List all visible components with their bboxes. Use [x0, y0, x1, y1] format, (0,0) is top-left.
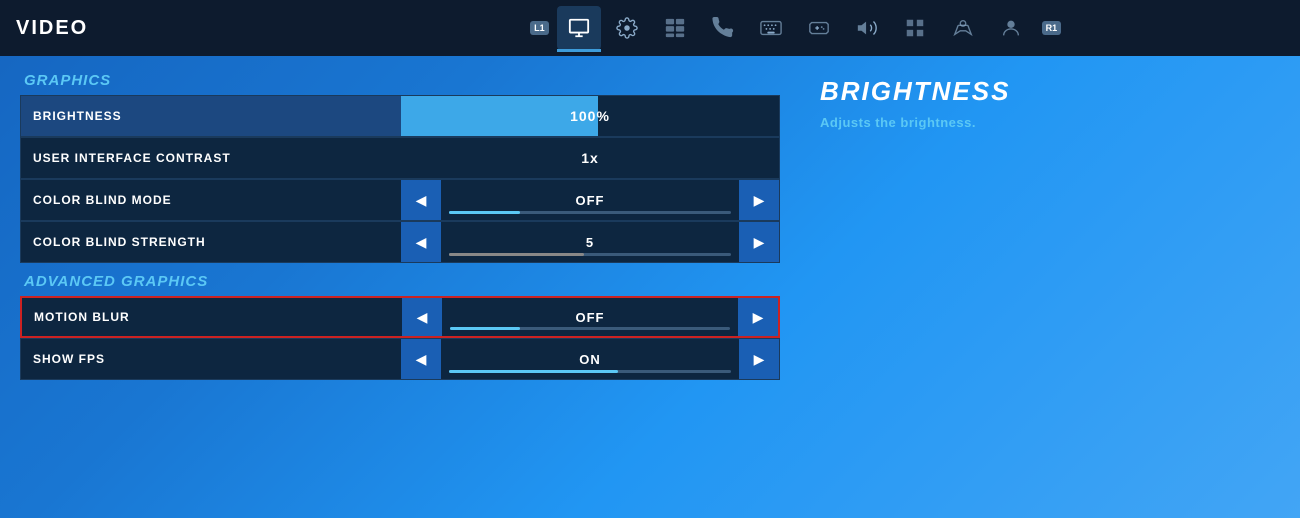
motion-blur-row: MOTION BLUR ◀ OFF ▶: [20, 296, 780, 338]
advanced-graphics-section: ADVANCED GRAPHICS MOTION BLUR ◀ OFF ▶: [20, 273, 780, 380]
color-blind-strength-right-btn[interactable]: ▶: [739, 222, 779, 262]
color-blind-mode-label: COLOR BLIND MODE: [21, 193, 401, 207]
audio-nav-btn[interactable]: [845, 6, 889, 50]
phone-nav-btn[interactable]: [701, 6, 745, 50]
gear-icon: [616, 17, 638, 39]
motion-blur-right-btn[interactable]: ▶: [738, 298, 778, 336]
color-blind-mode-track: [449, 211, 731, 214]
motion-blur-control: ◀ OFF ▶: [402, 298, 778, 336]
top-bar: VIDEO L1: [0, 0, 1300, 56]
main-content: GRAPHICS BRIGHTNESS 100% USER INTERFACE …: [0, 56, 1300, 518]
color-blind-mode-left-btn[interactable]: ◀: [401, 180, 441, 220]
phone-icon: [712, 17, 734, 39]
color-blind-strength-value-box: 5: [441, 222, 739, 262]
graphics-section-header: GRAPHICS: [20, 72, 780, 89]
show-fps-value: ON: [579, 352, 601, 367]
brightness-value: 100%: [401, 108, 779, 124]
nav-icons: L1: [525, 6, 1065, 50]
controller-nav-btn[interactable]: [941, 6, 985, 50]
info-title: BRIGHTNESS: [820, 76, 1280, 107]
color-blind-mode-value-box: OFF: [441, 180, 739, 220]
keyboard-nav-btn[interactable]: [749, 6, 793, 50]
color-blind-strength-row: COLOR BLIND STRENGTH ◀ 5 ▶: [20, 221, 780, 263]
right-panel: BRIGHTNESS Adjusts the brightness.: [780, 72, 1280, 502]
motion-blur-left-btn[interactable]: ◀: [402, 298, 442, 336]
nav-badge-r1: R1: [1037, 6, 1065, 50]
gamepad-nav-btn[interactable]: [797, 6, 841, 50]
color-blind-mode-value: OFF: [576, 193, 605, 208]
gamepad-icon: [808, 17, 830, 39]
ui-contrast-control[interactable]: 1x: [401, 138, 779, 178]
color-blind-mode-control: ◀ OFF ▶: [401, 180, 779, 220]
page-title: VIDEO: [16, 17, 88, 40]
motion-blur-value: OFF: [576, 310, 605, 325]
user-icon: [1000, 17, 1022, 39]
monitor-nav-btn[interactable]: [557, 6, 601, 50]
color-blind-mode-row: COLOR BLIND MODE ◀ OFF ▶: [20, 179, 780, 221]
show-fps-right-btn[interactable]: ▶: [739, 339, 779, 379]
brightness-control[interactable]: 100%: [401, 96, 779, 136]
motion-blur-label: MOTION BLUR: [22, 310, 402, 324]
nav-badge-l1: L1: [525, 6, 553, 50]
grid-icon: [904, 17, 926, 39]
motion-blur-track: [450, 327, 730, 330]
show-fps-fill: [449, 370, 618, 373]
audio-icon: [856, 17, 878, 39]
motion-blur-fill: [450, 327, 520, 330]
keyboard-icon: [760, 17, 782, 39]
controller-icon2: [952, 17, 974, 39]
left-panel: GRAPHICS BRIGHTNESS 100% USER INTERFACE …: [20, 72, 780, 502]
advanced-graphics-section-header: ADVANCED GRAPHICS: [20, 273, 780, 290]
color-blind-strength-label: COLOR BLIND STRENGTH: [21, 235, 401, 249]
show-fps-control: ◀ ON ▶: [401, 339, 779, 379]
ui-contrast-value: 1x: [581, 150, 599, 166]
display-nav-btn[interactable]: [653, 6, 697, 50]
brightness-label: BRIGHTNESS: [21, 109, 401, 123]
ui-contrast-row: USER INTERFACE CONTRAST 1x: [20, 137, 780, 179]
info-description: Adjusts the brightness.: [820, 115, 1280, 130]
show-fps-value-box: ON: [441, 339, 739, 379]
show-fps-row: SHOW FPS ◀ ON ▶: [20, 338, 780, 380]
show-fps-left-btn[interactable]: ◀: [401, 339, 441, 379]
color-blind-strength-control: ◀ 5 ▶: [401, 222, 779, 262]
color-blind-mode-fill: [449, 211, 520, 214]
monitor-icon: [568, 17, 590, 39]
color-blind-strength-fill: [449, 253, 584, 256]
motion-blur-value-box: OFF: [442, 298, 738, 336]
color-blind-strength-track: [449, 253, 731, 256]
gear-nav-btn[interactable]: [605, 6, 649, 50]
color-blind-mode-right-btn[interactable]: ▶: [739, 180, 779, 220]
display-icon: [664, 17, 686, 39]
grid-nav-btn[interactable]: [893, 6, 937, 50]
show-fps-track: [449, 370, 731, 373]
ui-contrast-label: USER INTERFACE CONTRAST: [21, 151, 401, 165]
color-blind-strength-left-btn[interactable]: ◀: [401, 222, 441, 262]
brightness-row: BRIGHTNESS 100%: [20, 95, 780, 137]
user-nav-btn[interactable]: [989, 6, 1033, 50]
show-fps-label: SHOW FPS: [21, 352, 401, 366]
color-blind-strength-value: 5: [586, 235, 594, 250]
